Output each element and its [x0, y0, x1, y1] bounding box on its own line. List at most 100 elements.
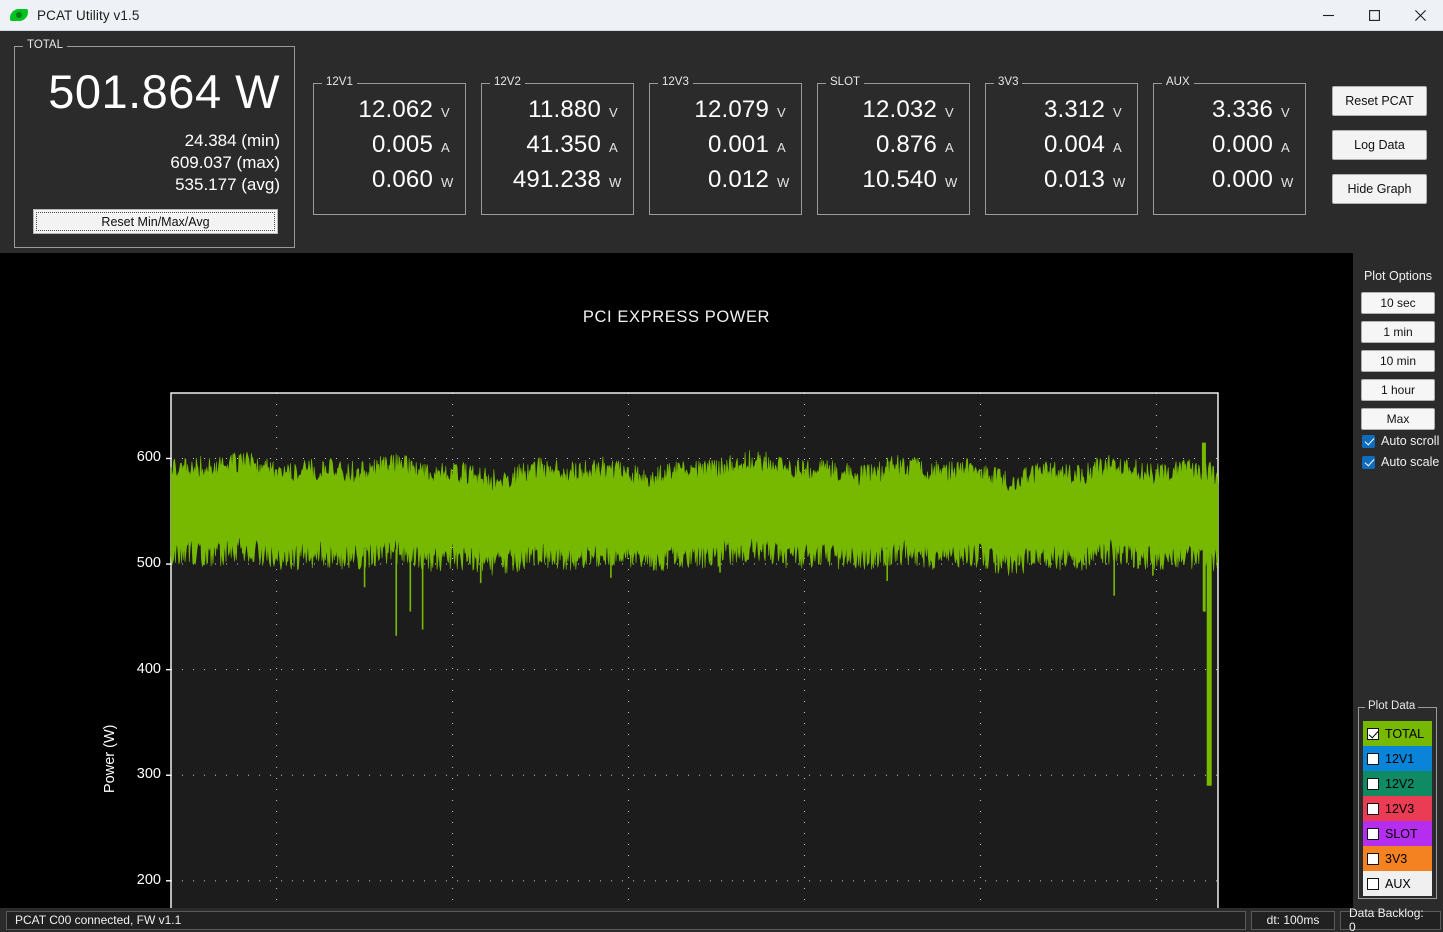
- rail-voltage-unit: V: [945, 105, 954, 120]
- rail-group-aux: AUX 3.336 V 0.000 A 0.000 W: [1153, 76, 1306, 215]
- plot-range-1-hour[interactable]: 1 hour: [1361, 379, 1435, 401]
- plot-range-Max[interactable]: Max: [1361, 408, 1435, 430]
- rail-voltage-unit: V: [1281, 105, 1290, 120]
- rail-power-unit: W: [441, 175, 454, 190]
- plot-data-label: 12V1: [1385, 751, 1415, 766]
- rail-current-unit: A: [945, 140, 954, 155]
- rail-power-value: 0.013: [1043, 166, 1105, 193]
- auto-scale-checkbox[interactable]: Auto scale: [1362, 455, 1439, 469]
- plot-data-checkbox[interactable]: [1367, 877, 1379, 890]
- rail-group-12v2: 12V2 11.880 V 41.350 A 491.238 W: [481, 76, 634, 215]
- plot-data-label: 3V3: [1385, 851, 1408, 866]
- status-dt: dt: 100ms: [1251, 910, 1335, 930]
- plot-data-label: 12V2: [1385, 776, 1415, 791]
- rail-power-value: 0.060: [371, 166, 433, 193]
- total-max-value: 609.037 (max): [170, 153, 280, 172]
- total-group-label: TOTAL: [23, 39, 67, 51]
- rail-power-value: 10.540: [862, 166, 937, 193]
- auto-scale-checkbox-box: [1362, 455, 1375, 469]
- rail-current-unit: A: [609, 140, 618, 155]
- total-power-value: 501.864 W: [48, 65, 280, 118]
- plot-range-10-min[interactable]: 10 min: [1361, 350, 1435, 372]
- total-min-value: 24.384 (min): [184, 131, 280, 150]
- window-title: PCAT Utility v1.5: [37, 7, 140, 23]
- status-bar: PCAT C00 connected, FW v1.1 dt: 100ms Da…: [0, 906, 1443, 932]
- plot-data-item-3v3[interactable]: 3V3: [1363, 846, 1432, 871]
- plot-data-label: TOTAL: [1385, 726, 1425, 741]
- maximize-icon[interactable]: [1351, 0, 1397, 31]
- rail-current-value: 41.350: [526, 131, 601, 158]
- rail-voltage-unit: V: [777, 105, 786, 120]
- readout-panel: TOTAL 501.864 W 24.384 (min) 609.037 (ma…: [0, 31, 1443, 253]
- rail-current-unit: A: [1113, 140, 1122, 155]
- plot-data-item-total[interactable]: TOTAL: [1363, 721, 1432, 746]
- plot-data-group: Plot Data TOTAL 12V1 12V2 12V3 SLOT 3V3 AUX: [1358, 700, 1437, 899]
- rail-voltage-value: 12.079: [694, 96, 769, 123]
- plot-data-group-label: Plot Data: [1365, 700, 1419, 712]
- plot-data-checkbox[interactable]: [1367, 827, 1379, 840]
- power-plot[interactable]: [0, 253, 1353, 908]
- auto-scroll-label: Auto scroll: [1381, 434, 1440, 448]
- rail-voltage-unit: V: [1113, 105, 1122, 120]
- auto-scroll-checkbox[interactable]: Auto scroll: [1362, 434, 1439, 448]
- plot-data-label: 12V3: [1385, 801, 1415, 816]
- graph-area: PCI EXPRESS POWER Power (W) Time (s) 010…: [0, 253, 1353, 908]
- plot-range-1-min[interactable]: 1 min: [1361, 321, 1435, 343]
- log-data-button[interactable]: Log Data: [1332, 130, 1427, 160]
- rail-power-unit: W: [1113, 175, 1126, 190]
- minimize-icon[interactable]: [1305, 0, 1351, 31]
- rail-current-unit: A: [441, 140, 450, 155]
- rail-group-12v3: 12V3 12.079 V 0.001 A 0.012 W: [649, 76, 802, 215]
- auto-scale-label: Auto scale: [1381, 455, 1440, 469]
- plot-data-checkbox[interactable]: [1367, 852, 1379, 865]
- plot-data-checkbox[interactable]: [1367, 777, 1379, 790]
- rail-current-value: 0.000: [1211, 131, 1273, 158]
- rail-voltage-value: 11.880: [528, 96, 601, 123]
- pcat-utility-window: PCAT Utility v1.5 TOTAL 501.864 W 24.384…: [0, 0, 1443, 932]
- rail-power-value: 491.238: [512, 166, 601, 193]
- plot-data-item-12v2[interactable]: 12V2: [1363, 771, 1432, 796]
- rail-group-3v3: 3V3 3.312 V 0.004 A 0.013 W: [985, 76, 1138, 215]
- reset-pcat-button[interactable]: Reset PCAT: [1332, 86, 1427, 116]
- rail-current-value: 0.001: [707, 131, 769, 158]
- close-icon[interactable]: [1397, 0, 1443, 31]
- rail-voltage-value: 3.312: [1043, 96, 1105, 123]
- plot-data-item-12v1[interactable]: 12V1: [1363, 746, 1432, 771]
- rail-voltage-unit: V: [441, 105, 450, 120]
- plot-data-item-aux[interactable]: AUX: [1363, 871, 1432, 896]
- rail-current-value: 0.004: [1043, 131, 1105, 158]
- plot-data-checkbox[interactable]: [1367, 752, 1379, 765]
- plot-data-list: TOTAL 12V1 12V2 12V3 SLOT 3V3 AUX: [1363, 721, 1432, 896]
- status-connection: PCAT C00 connected, FW v1.1: [6, 910, 1246, 930]
- rail-current-unit: A: [777, 140, 786, 155]
- rail-group-12v1: 12V1 12.062 V 0.005 A 0.060 W: [313, 76, 466, 215]
- total-power-group: TOTAL 501.864 W 24.384 (min) 609.037 (ma…: [14, 39, 295, 248]
- rail-power-unit: W: [945, 175, 958, 190]
- plot-data-item-12v3[interactable]: 12V3: [1363, 796, 1432, 821]
- plot-range-10-sec[interactable]: 10 sec: [1361, 292, 1435, 314]
- rail-power-unit: W: [609, 175, 622, 190]
- auto-scroll-checkbox-box: [1362, 434, 1375, 448]
- plot-options-title: Plot Options: [1363, 269, 1433, 283]
- rail-current-value: 0.876: [875, 131, 937, 158]
- rail-voltage-value: 12.062: [358, 96, 433, 123]
- status-backlog: Data Backlog: 0: [1340, 906, 1441, 932]
- rail-power-unit: W: [777, 175, 790, 190]
- rail-power-value: 0.012: [707, 166, 769, 193]
- reset-min-max-avg-button[interactable]: Reset Min/Max/Avg: [33, 209, 278, 234]
- rail-group-slot: SLOT 12.032 V 0.876 A 10.540 W: [817, 76, 970, 215]
- nvidia-eye-icon: [10, 8, 28, 22]
- rail-voltage-value: 12.032: [862, 96, 937, 123]
- rail-power-value: 0.000: [1211, 166, 1273, 193]
- plot-data-label: SLOT: [1385, 826, 1418, 841]
- plot-data-item-slot[interactable]: SLOT: [1363, 821, 1432, 846]
- rail-current-value: 0.005: [371, 131, 433, 158]
- plot-data-checkbox[interactable]: [1367, 727, 1379, 740]
- plot-data-label: AUX: [1385, 876, 1411, 891]
- plot-data-checkbox[interactable]: [1367, 802, 1379, 815]
- rail-voltage-unit: V: [609, 105, 618, 120]
- reset-min-max-avg-label: Reset Min/Max/Avg: [36, 212, 275, 231]
- total-avg-value: 535.177 (avg): [175, 175, 280, 194]
- window-controls: [1305, 0, 1443, 31]
- hide-graph-button[interactable]: Hide Graph: [1332, 174, 1427, 204]
